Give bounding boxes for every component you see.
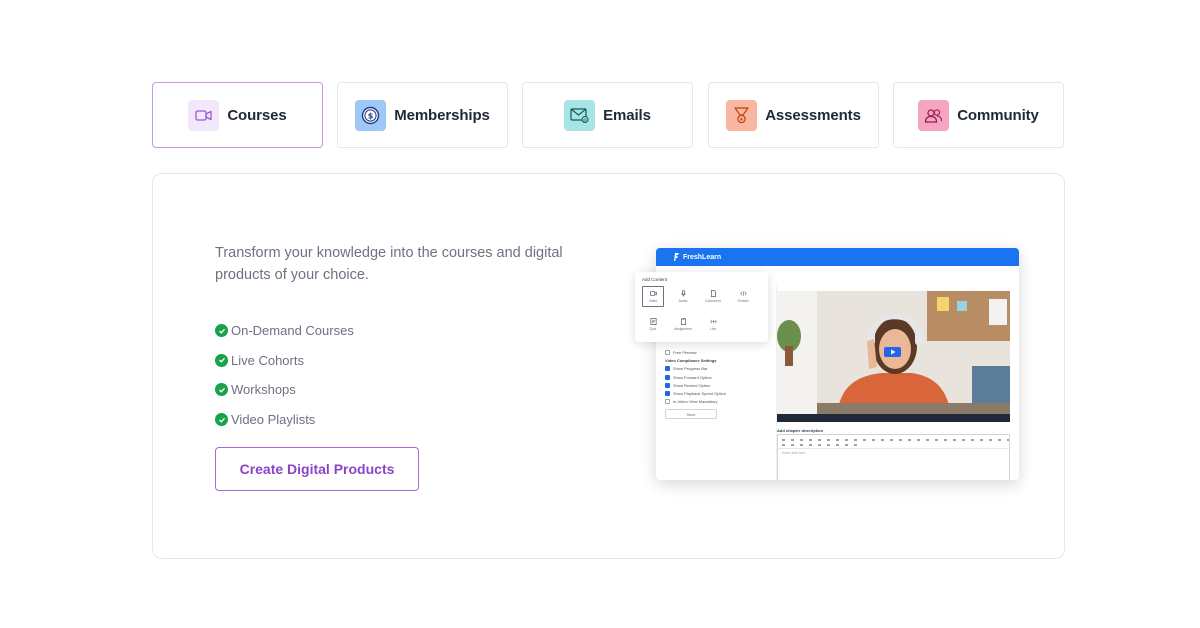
add-video-option[interactable]: Video bbox=[642, 286, 664, 307]
tab-label: Assessments bbox=[765, 106, 861, 124]
add-quiz-option[interactable]: Quiz bbox=[642, 314, 664, 335]
svg-text:$: $ bbox=[368, 111, 374, 120]
setting-row: Show Playback Speed Option bbox=[665, 389, 775, 397]
feature-item: Workshops bbox=[215, 375, 354, 405]
dollar-coin-icon: $ bbox=[355, 99, 387, 131]
check-circle-icon bbox=[215, 324, 228, 338]
check-circle-icon bbox=[215, 353, 228, 367]
feature-label: Live Cohorts bbox=[231, 352, 304, 368]
setting-row: Show Rewind Option bbox=[665, 381, 775, 389]
tab-memberships[interactable]: $ Memberships bbox=[337, 82, 508, 148]
free-preview-row: Free Preview bbox=[665, 348, 775, 356]
option-label: Assignment bbox=[674, 327, 692, 331]
setting-row: In-Video View Mandatory bbox=[665, 398, 775, 406]
add-assignment-option[interactable]: Assignment bbox=[672, 314, 694, 335]
setting-label: Show Playback Speed Option bbox=[673, 391, 726, 397]
panel-intro-text: Transform your knowledge into the course… bbox=[215, 245, 563, 283]
checkbox[interactable] bbox=[665, 391, 670, 397]
video-controls[interactable] bbox=[777, 414, 1010, 422]
product-tabs: Courses $ Memberships @ Emails Assessmen… bbox=[152, 82, 1065, 148]
feature-label: On-Demand Courses bbox=[231, 323, 354, 339]
option-label: Video bbox=[648, 299, 658, 303]
setting-label: In-Video View Mandatory bbox=[673, 399, 718, 405]
editor-placeholder: Insert text here... bbox=[782, 451, 809, 455]
tab-emails[interactable]: @ Emails bbox=[522, 82, 693, 148]
option-label: Quiz bbox=[649, 327, 657, 331]
mail-icon: @ bbox=[564, 99, 596, 131]
people-icon bbox=[918, 99, 950, 131]
setting-label: Show Rewind Option bbox=[673, 382, 711, 388]
feature-item: On-Demand Courses bbox=[215, 316, 354, 346]
preview-header: FreshLearn bbox=[656, 248, 1019, 266]
feature-label: Workshops bbox=[231, 382, 296, 398]
feature-item: Video Playlists bbox=[215, 405, 354, 435]
code-icon bbox=[739, 291, 747, 296]
tab-community[interactable]: Community bbox=[893, 82, 1064, 148]
create-digital-products-button[interactable]: Create Digital Products bbox=[215, 447, 419, 491]
add-audio-option[interactable]: Audio bbox=[672, 286, 694, 307]
description-editor[interactable]: Insert text here... bbox=[777, 434, 1010, 480]
feature-label: Video Playlists bbox=[231, 412, 316, 428]
add-content-popup: Add Content Video Audio Document Embed Q… bbox=[635, 272, 768, 342]
preview-brand: FreshLearn bbox=[683, 253, 722, 261]
option-label: Document bbox=[705, 299, 721, 303]
setting-label: Show Forward Option bbox=[673, 374, 712, 380]
assignment-icon bbox=[680, 318, 686, 325]
tab-label: Courses bbox=[227, 106, 287, 124]
checkbox[interactable] bbox=[665, 366, 670, 372]
option-label: Live bbox=[709, 327, 717, 331]
option-label: Embed bbox=[737, 299, 749, 303]
play-icon[interactable] bbox=[884, 347, 901, 357]
tab-label: Emails bbox=[603, 106, 651, 124]
check-circle-icon bbox=[215, 413, 228, 427]
preview-save-button[interactable]: Save bbox=[665, 409, 717, 420]
setting-row: Show Forward Option bbox=[665, 373, 775, 381]
setting-label: Free Preview bbox=[673, 349, 697, 355]
settings-title: Video Compliance Settings bbox=[665, 357, 717, 363]
video-camera-icon bbox=[188, 99, 220, 131]
video-player[interactable] bbox=[777, 291, 1010, 422]
add-embed-option[interactable]: Embed bbox=[732, 286, 754, 307]
editor-toolbar[interactable] bbox=[778, 435, 1009, 449]
svg-text:@: @ bbox=[583, 117, 587, 122]
checkbox[interactable] bbox=[665, 399, 670, 405]
check-circle-icon bbox=[215, 383, 228, 397]
tab-label: Memberships bbox=[394, 106, 490, 124]
courses-panel: Transform your knowledge into the course… bbox=[152, 173, 1065, 559]
microphone-icon bbox=[680, 290, 686, 297]
setting-row: Show Progress Bar bbox=[665, 365, 775, 373]
description-title: Add chapter description bbox=[777, 428, 824, 433]
video-camera-icon bbox=[649, 291, 657, 296]
video-settings: Free Preview Video Compliance Settings S… bbox=[665, 348, 775, 420]
tab-assessments[interactable]: Assessments bbox=[708, 82, 879, 148]
tab-courses[interactable]: Courses bbox=[152, 82, 323, 148]
feature-item: Live Cohorts bbox=[215, 346, 354, 376]
option-label: Audio bbox=[678, 299, 688, 303]
add-live-option[interactable]: Live bbox=[702, 314, 724, 335]
checkbox[interactable] bbox=[665, 382, 670, 388]
editor-toolbar-row bbox=[782, 444, 862, 446]
checkbox[interactable] bbox=[665, 374, 670, 380]
setting-label: Show Progress Bar bbox=[673, 366, 708, 372]
tab-label: Community bbox=[957, 106, 1039, 124]
trophy-icon bbox=[726, 99, 758, 131]
feature-list: On-Demand Courses Live Cohorts Workshops… bbox=[215, 316, 354, 434]
add-document-option[interactable]: Document bbox=[702, 286, 724, 307]
document-icon bbox=[710, 290, 716, 297]
live-broadcast-icon bbox=[710, 319, 716, 324]
popup-title: Add Content bbox=[642, 277, 668, 282]
checkbox[interactable] bbox=[665, 349, 670, 355]
freshlearn-logo-icon bbox=[674, 253, 679, 261]
quiz-icon bbox=[650, 318, 656, 325]
